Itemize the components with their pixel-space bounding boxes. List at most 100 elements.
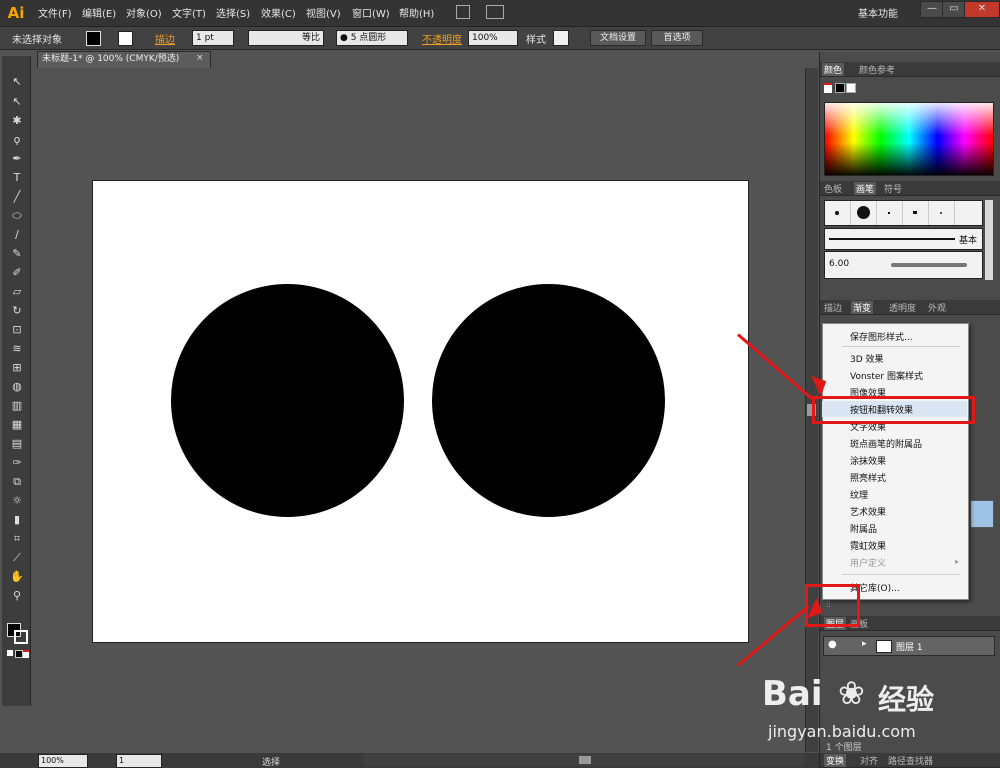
tab-pathfinder[interactable]: 路径查找器 [888, 754, 933, 767]
document-tab[interactable]: 未标题-1* @ 100% (CMYK/预选) [37, 51, 211, 68]
eraser-tool-icon[interactable]: ▱ [9, 284, 25, 300]
graph-tool-icon[interactable]: ▥ [9, 398, 25, 414]
eyedropper-tool-icon[interactable]: ✑ [9, 455, 25, 471]
tab-align[interactable]: 对齐 [860, 754, 878, 767]
rotate-tool-icon[interactable]: ↻ [9, 303, 25, 319]
menu-item-save-style[interactable]: 保存图形样式... [850, 330, 913, 343]
white-color-swatch[interactable] [846, 83, 856, 93]
width-tool-icon[interactable]: ≋ [9, 341, 25, 357]
symbol-sprayer-tool-icon[interactable]: ☼ [9, 493, 25, 509]
stroke-label[interactable]: 描边 [155, 31, 175, 46]
tab-transform[interactable]: 变换 [824, 754, 847, 767]
column-graph-tool-icon[interactable]: ▮ [9, 512, 25, 528]
brush-thumbnail[interactable] [929, 201, 955, 225]
mesh-tool-icon[interactable]: ▦ [9, 417, 25, 433]
calligraphic-brush-row[interactable]: 6.00 [824, 251, 983, 279]
color-spectrum[interactable] [824, 102, 994, 176]
opacity-label[interactable]: 不透明度 [422, 31, 462, 46]
menu-file[interactable]: 文件(F) [38, 5, 72, 20]
menu-item-scribble[interactable]: 涂抹效果 [850, 454, 886, 467]
menu-item-blob-brush[interactable]: 斑点画笔的附属品 [850, 437, 922, 450]
brush-panel-scrollbar[interactable] [985, 200, 993, 280]
document-setup-button[interactable]: 文档设置 [590, 30, 646, 46]
horizontal-scroll-thumb[interactable] [579, 756, 591, 764]
magic-wand-tool-icon[interactable]: ✱ [9, 113, 25, 129]
menu-select[interactable]: 选择(S) [216, 5, 250, 20]
none-color-swatch[interactable] [824, 83, 832, 93]
horizontal-scrollbar[interactable] [364, 754, 804, 766]
tab-swatches[interactable]: 色板 [824, 182, 842, 195]
expand-layer-icon[interactable]: ▸ [862, 639, 867, 649]
black-color-swatch[interactable] [835, 83, 845, 93]
graphic-style-swatch[interactable] [553, 30, 569, 46]
slice-tool-icon[interactable]: ⟋ [9, 550, 25, 566]
tab-transparency[interactable]: 透明度 [889, 301, 916, 314]
restore-button[interactable]: ▭ [942, 1, 966, 18]
line-tool-icon[interactable]: ╱ [9, 189, 25, 205]
layer-name[interactable]: 图层 1 [896, 640, 923, 653]
brush-thumbnails[interactable] [824, 200, 983, 226]
tab-brushes[interactable]: 画笔 [854, 182, 877, 195]
menu-item-neon[interactable]: 霓虹效果 [850, 539, 886, 552]
brush-thumbnail[interactable] [851, 201, 877, 225]
opacity-input[interactable]: 100% [468, 30, 518, 46]
brush-thumbnail[interactable] [825, 201, 851, 225]
menu-type[interactable]: 文字(T) [172, 5, 206, 20]
menu-help[interactable]: 帮助(H) [399, 5, 434, 20]
minimize-button[interactable]: — [920, 1, 944, 18]
fill-swatch[interactable] [86, 31, 101, 46]
brush-thumbnail[interactable] [877, 201, 903, 225]
layer-row[interactable]: ● ▸ 图层 1 [823, 636, 995, 656]
scale-tool-icon[interactable]: ⊡ [9, 322, 25, 338]
artboard-navigation[interactable]: 1 [116, 754, 162, 768]
menu-window[interactable]: 窗口(W) [352, 5, 390, 20]
pen-tool-icon[interactable]: ✒ [9, 151, 25, 167]
gradient-tool-icon[interactable]: ▤ [9, 436, 25, 452]
brush-thumbnail[interactable] [903, 201, 929, 225]
menu-item-3d-effects[interactable]: 3D 效果 [850, 352, 884, 365]
stroke-weight-input[interactable]: 1 pt [192, 30, 234, 46]
tab-color-guide[interactable]: 颜色参考 [859, 63, 895, 76]
circle-left[interactable] [171, 284, 404, 517]
zoom-level[interactable]: 100% [38, 754, 88, 768]
blend-tool-icon[interactable]: ⧉ [9, 474, 25, 490]
stroke-swatch[interactable] [118, 31, 133, 46]
menu-item-vonster[interactable]: Vonster 图案样式 [850, 369, 923, 382]
basic-brush-row[interactable]: 基本 [824, 228, 983, 250]
bridge-icon[interactable] [456, 5, 470, 19]
eye-icon[interactable]: ● [828, 639, 837, 650]
gradient-mode-icon[interactable] [15, 650, 23, 658]
menu-item-artistic[interactable]: 艺术效果 [850, 505, 886, 518]
direct-selection-tool-icon[interactable]: ↖ [9, 94, 25, 110]
ellipse-tool-icon[interactable]: ⬭ [9, 208, 25, 224]
pencil-tool-icon[interactable]: ✎ [9, 246, 25, 262]
workspace-switcher[interactable]: 基本功能 [858, 5, 898, 20]
type-tool-icon[interactable]: T [9, 170, 25, 186]
none-mode-icon[interactable] [23, 650, 29, 658]
shape-builder-tool-icon[interactable]: ◍ [9, 379, 25, 395]
stroke-profile-select[interactable]: 等比 [248, 30, 324, 46]
menu-item-additive[interactable]: 附属品 [850, 522, 877, 535]
menu-effect[interactable]: 效果(C) [261, 5, 296, 20]
paintbrush-tool-icon[interactable]: ∕ [9, 227, 25, 243]
tab-stroke[interactable]: 描边 [824, 301, 842, 314]
color-mode-icon[interactable] [7, 650, 13, 656]
zoom-tool-icon[interactable]: ⚲ [9, 588, 25, 604]
current-tool-status[interactable]: 选择 [262, 755, 280, 768]
menu-item-illuminate[interactable]: 照亮样式 [850, 471, 886, 484]
circle-right[interactable] [432, 284, 665, 517]
close-tab-icon[interactable]: × [196, 53, 204, 63]
menu-item-textures[interactable]: 纹理 [850, 488, 868, 501]
menu-object[interactable]: 对象(O) [126, 5, 162, 20]
tab-gradient[interactable]: 渐变 [851, 301, 874, 314]
menu-view[interactable]: 视图(V) [306, 5, 341, 20]
free-transform-tool-icon[interactable]: ⊞ [9, 360, 25, 376]
tab-symbols[interactable]: 符号 [884, 182, 902, 195]
arrange-documents-icon[interactable] [486, 5, 504, 19]
lasso-tool-icon[interactable]: ϙ [9, 132, 25, 148]
graphic-style-thumbnail[interactable] [970, 500, 994, 528]
preferences-button[interactable]: 首选项 [651, 30, 703, 46]
brush-select[interactable]: ● 5 点圆形 [336, 30, 408, 46]
stroke-color-icon[interactable] [14, 630, 28, 644]
close-button[interactable]: ✕ [964, 1, 1000, 18]
